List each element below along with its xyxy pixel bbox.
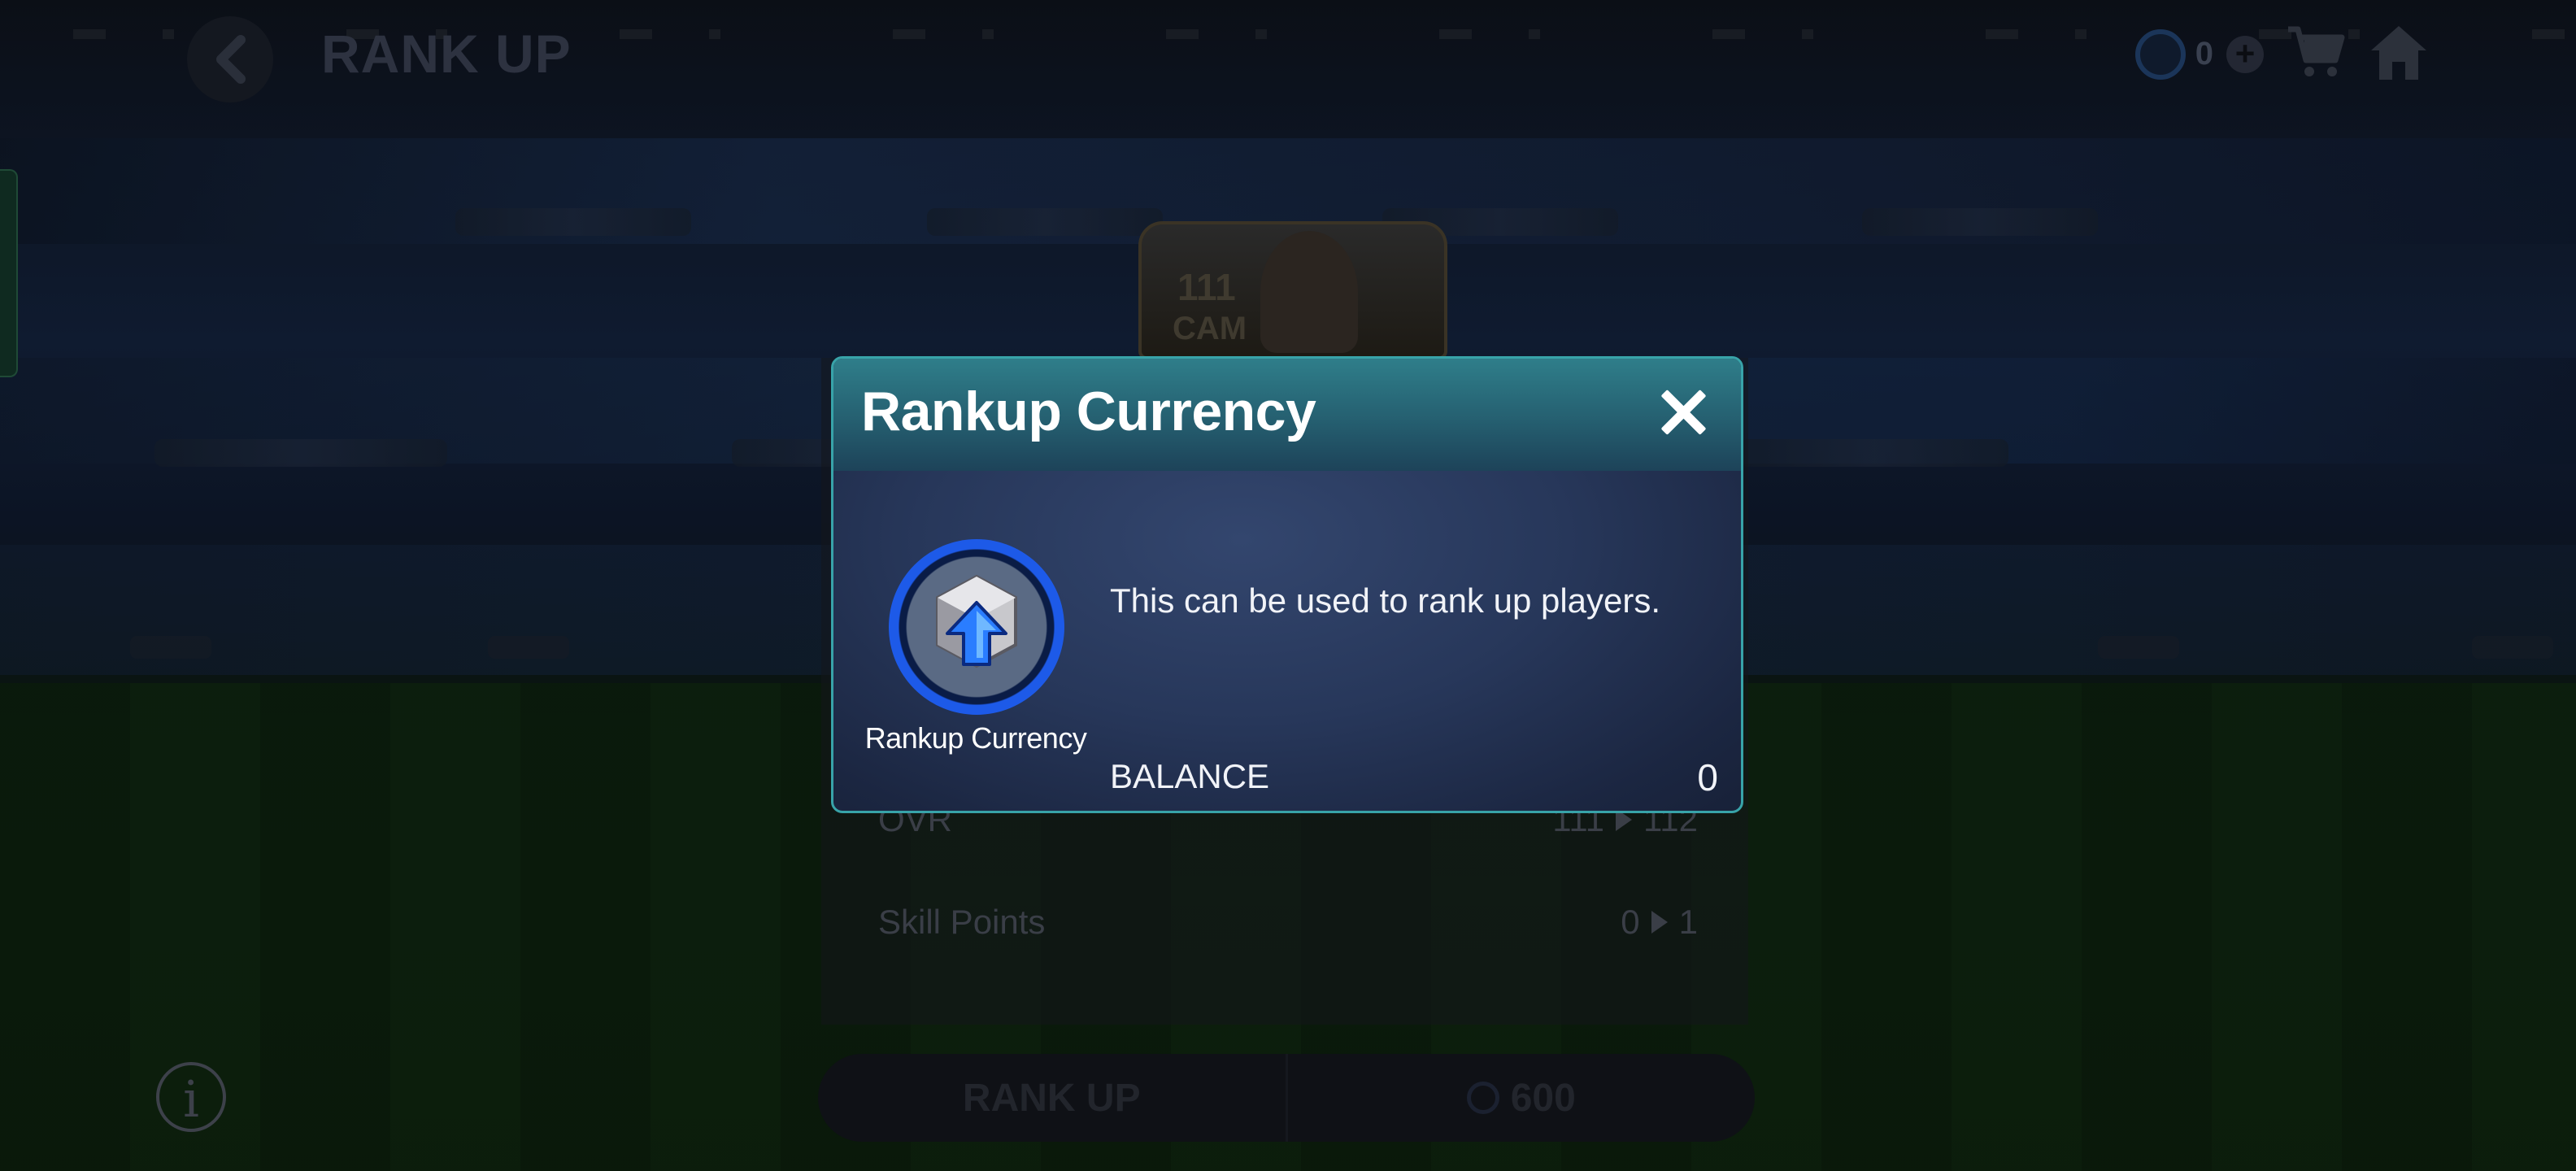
balance-value: 0 [1697,756,1718,799]
arrow-right-icon [1651,911,1668,934]
cart-icon[interactable] [2285,23,2347,85]
player-portrait [1260,231,1358,353]
cost-value: 600 [1510,1076,1576,1120]
home-icon[interactable] [2368,23,2430,85]
player-position: CAM [1173,311,1247,346]
page-title: RANK UP [321,24,572,84]
plus-icon[interactable]: + [2226,35,2264,73]
stat-row-skill-points: Skill Points 0 1 [878,903,1698,942]
stat-from: 0 [1621,903,1640,941]
seat-mark [130,636,211,659]
balance-label: BALANCE [1110,757,1270,795]
seat-mark [2098,636,2179,659]
rank-up-button[interactable]: RANK UP 600 [818,1054,1755,1142]
stat-change: 0 1 [1621,903,1698,942]
currency-icon [1466,1082,1499,1114]
player-card: 111 CAM [1138,221,1447,359]
currency-caption: Rankup Currency [864,721,1087,755]
stat-label: Skill Points [878,903,1046,941]
seat-mark [488,636,569,659]
dialog-title: Rankup Currency [861,381,1316,442]
sponsor-board [927,208,1163,236]
seat-mark [2472,636,2553,659]
info-button[interactable]: i [156,1062,226,1132]
currency-icon [2134,28,2186,80]
currency-balance: 0 [2195,36,2213,72]
top-right-toolbar: 0 + [2134,23,2430,85]
rank-up-label: RANK UP [818,1054,1288,1142]
info-icon: i [183,1069,199,1129]
sponsor-board [154,439,447,467]
side-tab[interactable] [0,169,18,377]
back-button[interactable] [187,16,273,102]
rankup-currency-icon [889,539,1064,715]
dialog-header: Rankup Currency [833,359,1741,471]
rank-up-cost: 600 [1288,1054,1756,1142]
player-rating: 111 [1177,266,1236,308]
currency-description: This can be used to rank up players. [1110,581,1661,620]
rankup-currency-dialog: Rankup Currency Rankup Currency This can… [831,356,1743,813]
back-icon [216,35,246,84]
sponsor-board [455,208,691,236]
stat-to: 1 [1678,903,1698,941]
close-button[interactable] [1658,388,1707,437]
sponsor-board [1862,208,2098,236]
sponsor-board [1740,439,2008,467]
